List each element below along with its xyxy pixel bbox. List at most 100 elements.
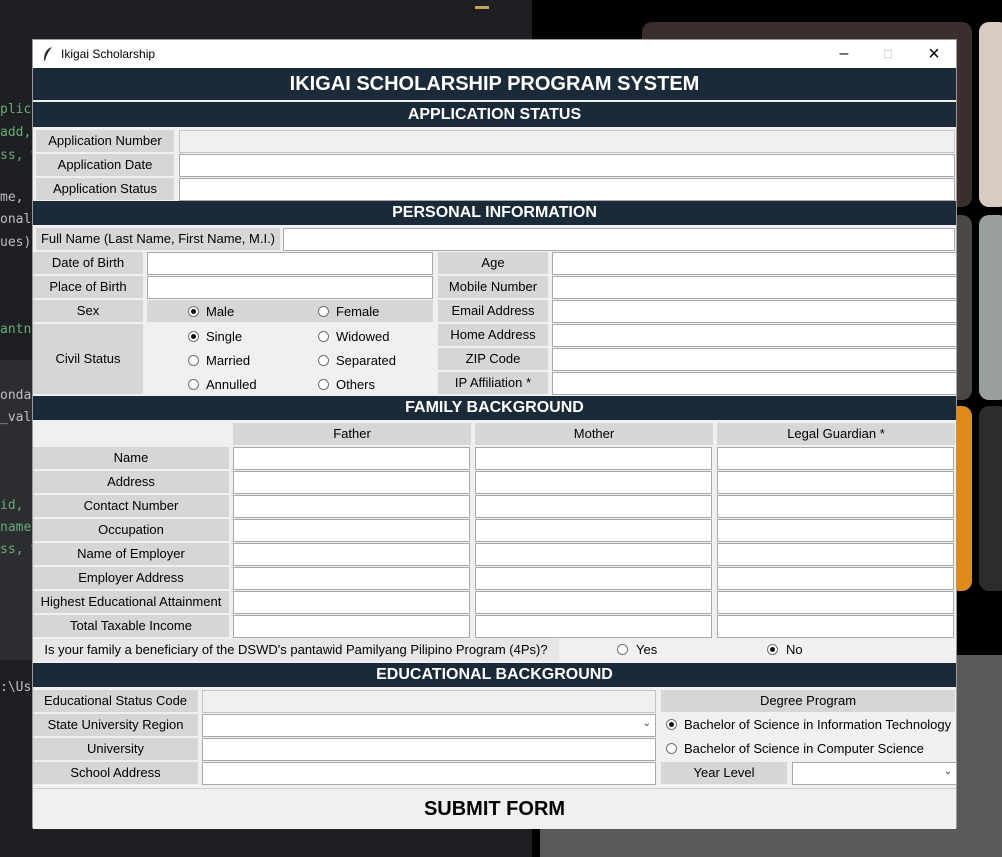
ip-affiliation-label: IP Affiliation *	[438, 372, 548, 394]
family-entry-field[interactable]	[475, 591, 712, 614]
family-entry-field[interactable]	[233, 519, 470, 542]
family-entry-field[interactable]	[717, 447, 954, 470]
sex-male-radio[interactable]	[188, 306, 199, 317]
civil-annulled-radio[interactable]	[188, 379, 199, 390]
maximize-button[interactable]: □	[865, 40, 911, 68]
civil-single-label: Single	[206, 329, 243, 344]
title-bar[interactable]: Ikigai Scholarship – □ ×	[33, 40, 956, 68]
zip-code-field[interactable]	[552, 348, 957, 371]
family-column-header: Mother	[475, 423, 713, 445]
desktop-tile	[979, 22, 1002, 207]
age-field[interactable]	[552, 252, 957, 275]
family-entry-field[interactable]	[233, 591, 470, 614]
sex-label: Sex	[33, 300, 143, 322]
educational-status-code-label: Educational Status Code	[33, 690, 198, 712]
family-entry-field[interactable]	[233, 447, 470, 470]
application-date-label: Application Date	[36, 154, 174, 176]
civil-widowed-radio[interactable]	[318, 331, 329, 342]
family-entry-field[interactable]	[475, 519, 712, 542]
section-heading-application-status: APPLICATION STATUS	[33, 102, 956, 127]
civil-married-radio[interactable]	[188, 355, 199, 366]
code-fragment: add,	[0, 125, 32, 140]
family-entry-field[interactable]	[717, 567, 954, 590]
family-entry-field[interactable]	[475, 471, 712, 494]
family-entry-field[interactable]	[475, 495, 712, 518]
family-row-label: Address	[33, 471, 229, 493]
mobile-number-field[interactable]	[552, 276, 957, 299]
family-column-header: Legal Guardian *	[717, 423, 955, 445]
code-fragment: _val	[0, 410, 32, 425]
application-date-field[interactable]	[179, 154, 955, 177]
degree-program-label: Degree Program	[661, 690, 955, 712]
email-address-label: Email Address	[438, 300, 548, 322]
family-row-label: Name	[33, 447, 229, 469]
family-entry-field[interactable]	[717, 495, 954, 518]
four-ps-yes-radio[interactable]	[617, 644, 628, 655]
submit-form-button[interactable]: SUBMIT FORM	[33, 788, 956, 829]
family-entry-field[interactable]	[717, 615, 954, 638]
code-fragment: ues)	[0, 235, 32, 250]
full-name-label: Full Name (Last Name, First Name, M.I.)	[36, 228, 280, 250]
chevron-down-icon: ⌄	[642, 718, 651, 729]
sex-male-label: Male	[206, 304, 235, 319]
four-ps-no-radio[interactable]	[767, 644, 778, 655]
university-field[interactable]	[202, 738, 656, 761]
family-entry-field[interactable]	[233, 615, 470, 638]
family-entry-field[interactable]	[717, 591, 954, 614]
family-entry-field[interactable]	[233, 471, 470, 494]
four-ps-question: Is your family a beneficiary of the DSWD…	[33, 639, 559, 661]
ip-affiliation-field[interactable]	[552, 372, 957, 395]
state-university-region-dropdown[interactable]: ⌄	[202, 714, 656, 737]
full-name-field[interactable]	[283, 228, 955, 251]
family-entry-field[interactable]	[475, 543, 712, 566]
civil-separated-radio[interactable]	[318, 355, 329, 366]
home-address-field[interactable]	[552, 324, 957, 347]
year-level-dropdown[interactable]: ⌄	[792, 762, 957, 785]
family-entry-field[interactable]	[233, 543, 470, 566]
family-row-label: Contact Number	[33, 495, 229, 517]
family-entry-field[interactable]	[475, 447, 712, 470]
section-heading-personal-information: PERSONAL INFORMATION	[33, 201, 956, 225]
date-of-birth-field[interactable]	[147, 252, 433, 275]
family-row-label: Total Taxable Income	[33, 615, 229, 637]
civil-others-radio[interactable]	[318, 379, 329, 390]
degree-bsit-radio[interactable]	[666, 719, 677, 730]
application-status-field[interactable]	[179, 178, 955, 201]
civil-annulled-label: Annulled	[206, 377, 257, 392]
civil-status-label: Civil Status	[33, 324, 143, 394]
close-button[interactable]: ×	[911, 40, 957, 68]
family-row-label: Highest Educational Attainment	[33, 591, 229, 613]
four-ps-no-label: No	[786, 642, 803, 657]
four-ps-yes-label: Yes	[636, 642, 658, 657]
minimize-button[interactable]: –	[821, 40, 867, 68]
family-entry-field[interactable]	[717, 471, 954, 494]
school-address-label: School Address	[33, 762, 198, 784]
civil-single-radio[interactable]	[188, 331, 199, 342]
section-heading-family-background: FAMILY BACKGROUND	[33, 396, 956, 420]
place-of-birth-field[interactable]	[147, 276, 433, 299]
state-university-region-label: State University Region	[33, 714, 198, 736]
application-number-label: Application Number	[36, 130, 174, 152]
sex-female-label: Female	[336, 304, 380, 319]
date-of-birth-label: Date of Birth	[33, 252, 143, 274]
code-fragment: id,	[0, 498, 24, 513]
main-heading: IKIGAI SCHOLARSHIP PROGRAM SYSTEM	[33, 68, 956, 100]
civil-separated-label: Separated	[336, 353, 396, 368]
family-entry-field[interactable]	[475, 567, 712, 590]
educational-status-code-field	[202, 690, 656, 713]
family-entry-field[interactable]	[233, 567, 470, 590]
school-address-field[interactable]	[202, 762, 656, 785]
zip-code-label: ZIP Code	[438, 348, 548, 370]
family-row-label: Employer Address	[33, 567, 229, 589]
family-entry-field[interactable]	[233, 495, 470, 518]
degree-bscs-radio[interactable]	[666, 743, 677, 754]
window-title: Ikigai Scholarship	[61, 47, 156, 61]
sex-female-radio[interactable]	[318, 306, 329, 317]
app-window: Ikigai Scholarship – □ × IKIGAI SCHOLARS…	[32, 39, 957, 829]
year-level-label: Year Level	[661, 762, 787, 784]
family-entry-field[interactable]	[717, 543, 954, 566]
family-entry-field[interactable]	[475, 615, 712, 638]
family-row-label: Occupation	[33, 519, 229, 541]
email-address-field[interactable]	[552, 300, 957, 323]
family-entry-field[interactable]	[717, 519, 954, 542]
